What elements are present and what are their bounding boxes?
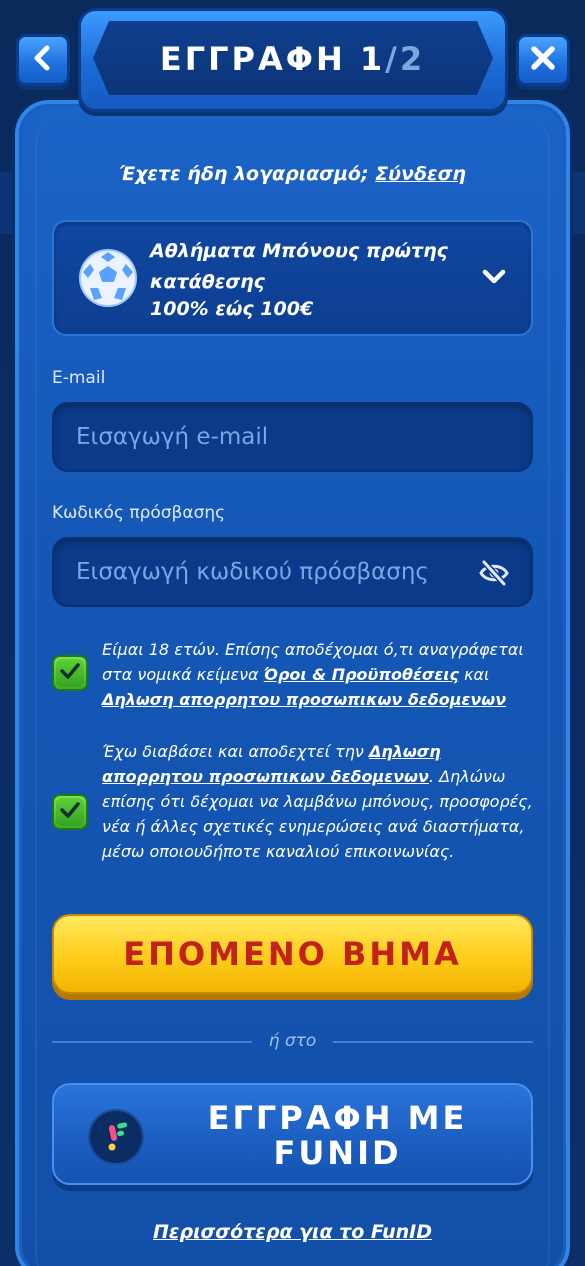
marketing-consent-text: Έχω διαβάσει και αποδεχτεί την Δηλωση απ… <box>102 739 542 864</box>
checkbox-fill <box>56 798 84 826</box>
chevron-left-icon <box>30 45 56 75</box>
age-terms-checkbox[interactable] <box>52 655 88 691</box>
funid-label-line2: FUNID <box>273 1134 402 1172</box>
privacy-link-1[interactable]: Δηλωση απορρητου προσωπικων δεδομενων <box>102 690 506 709</box>
bonus-selector[interactable]: Αθλήματα Μπόνους πρώτης κατάθεσης 100% ε… <box>52 220 533 336</box>
checkmark-icon <box>59 800 81 824</box>
page-title-step-total: /2 <box>385 40 426 78</box>
back-button[interactable] <box>16 34 70 86</box>
login-prompt: Έχετε ήδη λογαριασμό; Σύνδεση <box>0 163 585 185</box>
consent2-text-a: Έχω διαβάσει και αποδεχτεί την <box>102 742 369 761</box>
email-field[interactable] <box>52 402 533 472</box>
soccer-ball-icon <box>78 248 138 308</box>
login-prompt-text: Έχετε ήδη λογαριασμό; <box>119 163 369 185</box>
password-input[interactable] <box>76 539 456 605</box>
close-button[interactable] <box>516 34 570 86</box>
bonus-subtitle: 100% εώς 100€ <box>150 298 314 320</box>
page-title: ΕΓΓΡΑΦΗ 1/2 <box>0 40 585 78</box>
checkbox-fill <box>56 659 84 687</box>
password-field[interactable] <box>52 537 533 607</box>
next-step-button[interactable]: ΕΠΟΜΕΝΟ ΒΗΜΑ <box>52 914 533 994</box>
bonus-title: Αθλήματα Μπόνους πρώτης κατάθεσης <box>150 240 448 293</box>
eye-off-icon[interactable] <box>479 559 509 591</box>
close-icon <box>529 44 557 76</box>
divider-right <box>333 1041 533 1043</box>
funid-more-link[interactable]: Περισσότερα για το FunID <box>0 1221 585 1243</box>
funid-label-line1: ΕΓΓΡΑΦΗ ΜΕ <box>207 1099 468 1137</box>
terms-link[interactable]: Όροι & Προϋποθέσεις <box>264 665 459 684</box>
email-input[interactable] <box>76 404 456 470</box>
page-title-main: ΕΓΓΡΑΦΗ 1 <box>159 40 386 78</box>
consent1-text-b: και <box>458 665 490 684</box>
chevron-down-icon[interactable] <box>482 268 506 290</box>
checkmark-icon <box>59 661 81 685</box>
register-funid-button[interactable]: ΕΓΓΡΑΦΗ ΜΕ FUNID <box>52 1083 533 1185</box>
password-label: Κωδικός πρόσβασης <box>52 503 226 523</box>
funid-button-label: ΕΓΓΡΑΦΗ ΜΕ FUNID <box>164 1101 511 1171</box>
email-label: E-mail <box>52 368 106 388</box>
age-terms-text: Είμαι 18 ετών. Επίσης αποδέχομαι ό,τι αν… <box>102 637 542 712</box>
marketing-consent-checkbox[interactable] <box>52 794 88 830</box>
login-link[interactable]: Σύνδεση <box>375 163 466 185</box>
funid-logo-icon <box>88 1109 144 1165</box>
